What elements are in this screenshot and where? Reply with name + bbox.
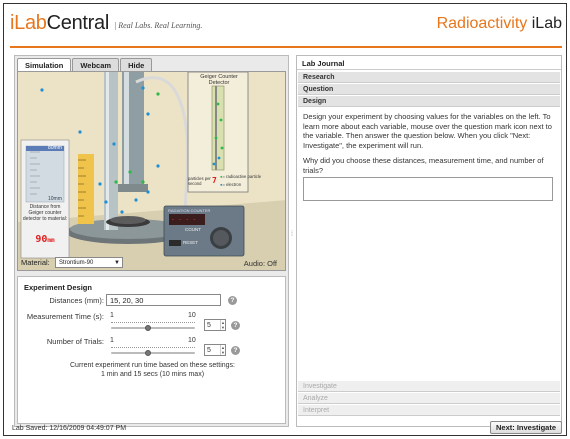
journal-section-question[interactable]: Question [298, 84, 560, 95]
tab-bar: Simulation Webcam Hide [17, 58, 153, 71]
next-investigate-button[interactable]: Next: Investigate [490, 421, 562, 434]
ilabcentral-logo: iLabCentral [10, 12, 109, 34]
trials-ticks [111, 347, 195, 350]
counter-display: - - - - [171, 216, 197, 223]
material-select[interactable]: Strontium-90 ▼ [55, 257, 123, 268]
counter-title: RADIATION COUNTER [168, 208, 211, 213]
distance-caption: Distance from Geiger counter detector to… [22, 204, 68, 222]
runtime-line-1: Current experiment run time based on the… [70, 362, 235, 369]
question-mark-icon[interactable]: ? [228, 296, 237, 305]
stepper-arrows-icon[interactable]: ▲ ▼ [220, 320, 225, 330]
journal-section-investigate[interactable]: Investigate [298, 381, 560, 392]
design-instructions: Design your experiment by choosing value… [303, 112, 552, 150]
journal-section-design[interactable]: Design [298, 96, 560, 107]
pane-splitter-handle[interactable]: ⁞ [291, 230, 294, 240]
legend-electron: ●= electron [220, 182, 242, 187]
measurement-slider-thumb[interactable] [144, 325, 151, 331]
journal-section-interpret[interactable]: Interpret [298, 405, 560, 416]
counter-reset-button[interactable]: RESET [183, 240, 198, 245]
experiment-design-title: Experiment Design [24, 283, 92, 292]
journal-section-research[interactable]: Research [298, 72, 560, 83]
header-divider [10, 46, 562, 48]
tagline: | Real Labs. Real Learning. [114, 21, 203, 30]
lab-saved-status: Lab Saved: 12/16/2009 04:49:07 PM [12, 425, 127, 432]
trials-slider-track[interactable] [111, 352, 195, 354]
measurement-max-label: 10 [188, 312, 196, 319]
number-of-trials-stepper[interactable]: 5 ▲ ▼ [204, 344, 226, 356]
chevron-down-icon: ▼ [114, 260, 120, 266]
app-title: Radioactivity iLab [436, 15, 562, 32]
tab-simulation[interactable]: Simulation [17, 58, 72, 71]
trials-slider-thumb[interactable] [144, 350, 151, 356]
stepper-arrows-icon[interactable]: ▲ ▼ [220, 345, 225, 355]
simulation-view: Geiger Counter Detector 80mm 10mm Distan… [17, 71, 286, 271]
lab-journal-title: Lab Journal [297, 56, 561, 70]
measurement-time-label: Measurement Time (s): [26, 312, 104, 321]
ruler-bottom-label: 10mm [48, 196, 62, 202]
material-label: Material: [21, 258, 50, 267]
legend-radioactive: ●= radioactive particle [220, 174, 262, 179]
distances-label: Distances (mm): [49, 296, 104, 305]
counter-count-label: COUNT [185, 227, 201, 232]
particles-count: 7 [212, 176, 217, 185]
distance-readout: 90mm [35, 234, 55, 245]
measurement-time-stepper[interactable]: 5 ▲ ▼ [204, 319, 226, 331]
measurement-min-label: 1 [110, 312, 114, 319]
design-answer-textarea[interactable] [303, 177, 553, 201]
geiger-detector-label: Geiger Counter Detector [200, 74, 238, 86]
runtime-line-2: 1 min and 15 secs (10 mins max) [100, 371, 205, 378]
lab-journal-pane: Lab Journal Research Question Design Des… [296, 55, 562, 427]
header: iLabCentral | Real Labs. Real Learning. … [10, 12, 562, 42]
ruler-top-label: 80mm [48, 145, 62, 151]
trials-max-label: 10 [188, 337, 196, 344]
tab-webcam[interactable]: Webcam [72, 58, 120, 71]
question-mark-icon[interactable]: ? [231, 346, 240, 355]
question-mark-icon[interactable]: ? [231, 321, 240, 330]
distances-input[interactable]: 15, 20, 30 [106, 294, 221, 306]
design-question: Why did you choose these distances, meas… [303, 156, 544, 175]
tab-hide[interactable]: Hide [120, 58, 153, 71]
trials-min-label: 1 [110, 337, 114, 344]
journal-section-analyze[interactable]: Analyze [298, 393, 560, 404]
audio-toggle[interactable]: Audio: Off [244, 259, 277, 268]
experiment-design-panel: Experiment Design Distances (mm): 15, 20… [17, 276, 286, 424]
simulation-pane: Simulation Webcam Hide Geiger Counter De… [14, 55, 289, 427]
particles-per-second-label: particles per second [188, 176, 211, 186]
number-of-trials-label: Number of Trials: [46, 337, 104, 346]
measurement-ticks [111, 322, 195, 325]
measurement-slider-track[interactable] [111, 327, 195, 329]
